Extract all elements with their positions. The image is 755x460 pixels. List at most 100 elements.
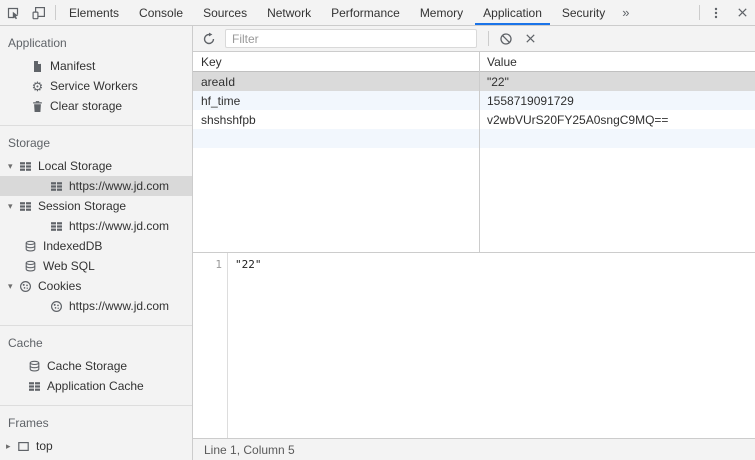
database-icon [24,260,37,273]
local-storage-panel: Key Value areaId "22" hf_time 1558719091… [193,26,755,460]
sidebar-item-label: Session Storage [38,199,126,213]
tab-memory[interactable]: Memory [410,0,473,25]
section-title: Storage [0,133,192,156]
sidebar-item-manifest[interactable]: Manifest [0,56,192,76]
sidebar-item-service-workers[interactable]: ⚙ Service Workers [0,76,192,96]
tab-console[interactable]: Console [129,0,193,25]
table-cell-key: hf_time [193,91,479,110]
table-cell-key: areaId [193,72,479,91]
gear-icon: ⚙ [31,80,44,93]
sidebar-item-label: Cookies [38,279,81,293]
frame-icon [17,440,30,453]
kebab-menu-icon[interactable] [703,0,729,25]
section-title: Application [0,33,192,56]
sidebar-section-cache: Cache Cache Storage Application Cache [0,326,192,406]
sidebar-item-cookies-jd-com[interactable]: https://www.jd.com [0,296,192,316]
storage-table-icon [19,160,32,173]
table-row[interactable]: shshshfpb v2wbVUrS20FY25A0sngC9MQ== [193,110,755,129]
column-header-value[interactable]: Value [479,52,755,71]
divider [699,5,700,20]
chevron-right-icon[interactable]: ▸ [6,441,17,452]
devtools-tabbar: Elements Console Sources Network Perform… [0,0,755,26]
divider [488,31,489,46]
tabbar-spacer [636,0,696,25]
column-header-key[interactable]: Key [193,52,479,71]
table-header-row: Key Value [193,52,755,72]
sidebar-item-label: Web SQL [43,259,95,273]
tab-security[interactable]: Security [552,0,615,25]
table-cell-key [193,129,479,148]
sidebar-item-cookies[interactable]: ▾ Cookies [0,276,192,296]
application-panel-sidebar: Application Manifest ⚙ Service Workers C… [0,26,193,460]
storage-table-icon [50,220,63,233]
tab-sources[interactable]: Sources [193,0,257,25]
chevron-down-icon[interactable]: ▾ [8,281,19,292]
sidebar-item-web-sql[interactable]: Web SQL [0,256,192,276]
sidebar-item-label: https://www.jd.com [69,219,169,233]
section-title: Cache [0,333,192,356]
cursor-position-text: Line 1, Column 5 [204,443,295,457]
table-cell-value: 1558719091729 [479,91,755,110]
database-icon [28,360,41,373]
cookie-icon [19,280,32,293]
close-icon[interactable] [729,0,755,25]
sidebar-item-label: Clear storage [50,99,122,113]
more-tabs-chevron-icon[interactable]: » [615,0,636,25]
sidebar-item-label: IndexedDB [43,239,102,253]
table-cell-value [479,129,755,148]
delete-selected-icon[interactable] [518,27,542,51]
tab-performance[interactable]: Performance [321,0,410,25]
table-cell-key: shshshfpb [193,110,479,129]
sidebar-item-label: Application Cache [47,379,144,393]
sidebar-item-label: https://www.jd.com [69,299,169,313]
chevron-down-icon[interactable]: ▾ [8,161,19,172]
sidebar-item-session-storage[interactable]: ▾ Session Storage [0,196,192,216]
sidebar-item-label: top [36,439,53,453]
tab-application[interactable]: Application [473,0,552,25]
block-clear-all-icon[interactable] [494,27,518,51]
preview-value-text: "22" [235,258,262,271]
sidebar-item-session-storage-jd-com[interactable]: https://www.jd.com [0,216,192,236]
manifest-document-icon [31,60,44,73]
sidebar-section-storage: Storage ▾ Local Storage https://www [0,126,192,326]
sidebar-item-cache-storage[interactable]: Cache Storage [0,356,192,376]
sidebar-item-label: Cache Storage [47,359,127,373]
sidebar-item-indexeddb[interactable]: IndexedDB [0,236,192,256]
tab-network[interactable]: Network [257,0,321,25]
table-cell-value: v2wbVUrS20FY25A0sngC9MQ== [479,110,755,129]
column-resize-handle[interactable] [479,52,480,252]
table-empty-row [193,129,755,148]
chevron-down-icon[interactable]: ▾ [8,201,19,212]
tab-elements[interactable]: Elements [59,0,129,25]
sidebar-item-local-storage[interactable]: ▾ Local Storage [0,156,192,176]
trash-icon [31,100,44,113]
preview-code: "22" [228,253,262,438]
cookie-icon [50,300,63,313]
value-preview-pane: 1 "22" [193,253,755,438]
sidebar-item-label: https://www.jd.com [69,179,169,193]
storage-toolbar [193,26,755,52]
refresh-icon[interactable] [197,27,221,51]
line-number-gutter: 1 [193,253,228,438]
sidebar-item-local-storage-jd-com[interactable]: https://www.jd.com [0,176,192,196]
table-cell-value: "22" [479,72,755,91]
section-title: Frames [0,413,192,436]
sidebar-item-application-cache[interactable]: Application Cache [0,376,192,396]
status-bar: Line 1, Column 5 [193,438,755,460]
filter-input[interactable] [225,29,477,48]
storage-table-icon [19,200,32,213]
sidebar-section-application: Application Manifest ⚙ Service Workers C… [0,26,192,126]
sidebar-section-frames: Frames ▸ top [0,406,192,460]
sidebar-item-clear-storage[interactable]: Clear storage [0,96,192,116]
table-row[interactable]: areaId "22" [193,72,755,91]
panel-tabs: Elements Console Sources Network Perform… [59,0,636,25]
storage-table-icon [28,380,41,393]
storage-items-table: Key Value areaId "22" hf_time 1558719091… [193,52,755,253]
table-row[interactable]: hf_time 1558719091729 [193,91,755,110]
device-toolbar-icon[interactable] [26,0,52,25]
inspect-element-icon[interactable] [0,0,26,25]
database-icon [24,240,37,253]
line-number: 1 [215,258,222,271]
sidebar-item-label: Service Workers [50,79,138,93]
sidebar-item-frame-top[interactable]: ▸ top [0,436,192,456]
